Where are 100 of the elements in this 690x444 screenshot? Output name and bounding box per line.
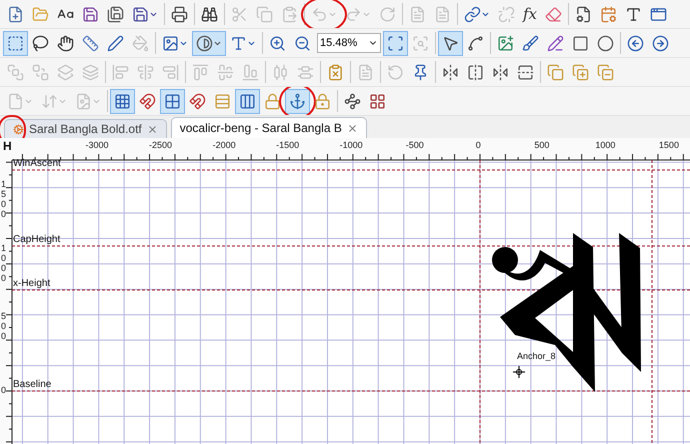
pen-icon [107, 34, 124, 52]
zoom-out-icon [294, 34, 311, 52]
zoom-field[interactable]: 15.48% [317, 33, 381, 53]
save-icon [132, 6, 149, 22]
align-right-icon [162, 64, 179, 80]
grid-magnet-icon [139, 92, 156, 110]
document-tab[interactable]: Saral Bangla Bold.otf [4, 119, 167, 138]
eraser-icon [545, 6, 562, 22]
anchor-icon [289, 92, 306, 110]
gear-icon [13, 124, 24, 134]
contrast-button[interactable] [192, 30, 226, 56]
ruler-label: 1000 [1, 244, 8, 284]
overlap-icon [547, 64, 564, 80]
pointer-button[interactable] [438, 30, 463, 56]
fit-button[interactable] [383, 30, 408, 56]
ruler-label: 500 [534, 140, 550, 150]
anchor-button[interactable] [285, 88, 310, 114]
ruler-label: -500 [406, 140, 424, 150]
ellipse-icon [597, 34, 614, 52]
columns-button[interactable] [235, 88, 260, 114]
ruler-corner: H [3, 139, 12, 153]
page-icon [75, 92, 92, 110]
pencil-icon [547, 34, 564, 52]
anchor-lock-icon [314, 92, 331, 110]
document-icon [434, 6, 451, 22]
send-back-icon [32, 64, 49, 80]
flip-icon [492, 64, 509, 80]
copy-icon [256, 6, 273, 22]
metric-label: WinAscent [13, 158, 61, 169]
zoom-in-icon [269, 34, 286, 52]
grid-box-icon [369, 92, 386, 110]
tab-label: vocalicr-beng - Saral Bangla B [180, 121, 342, 135]
flip-icon [517, 64, 534, 80]
ruler-label: -2000 [212, 140, 236, 150]
grid-icon [114, 92, 131, 110]
zoom-rect-icon [412, 34, 429, 52]
file-settings-icon [575, 6, 592, 22]
ruler-label: 1000 [595, 140, 616, 150]
paint-bucket-icon [132, 34, 149, 52]
function-button[interactable]: fx [519, 2, 542, 26]
ruler-label: -1500 [276, 140, 300, 150]
ruler-label: -3000 [85, 140, 109, 150]
align-top-icon [192, 64, 209, 80]
binoculars-icon [201, 6, 218, 22]
window-icon [650, 6, 668, 22]
rotate-icon [387, 64, 404, 80]
ruler-icon [82, 34, 99, 52]
lock-icon [264, 92, 281, 110]
ruler-label: 1500 [658, 140, 679, 150]
document-tab[interactable]: vocalicr-beng - Saral Bangla B [170, 117, 367, 138]
text-icon [625, 6, 642, 22]
line-magnet-icon [189, 92, 206, 110]
brush-icon [522, 34, 539, 52]
close-icon[interactable] [146, 124, 158, 134]
hand-icon [57, 34, 74, 52]
tab-label: Saral Bangla Bold.otf [29, 122, 142, 136]
save-icon [82, 6, 99, 22]
metric-label: CapHeight [13, 234, 60, 245]
selection-button[interactable] [3, 30, 28, 56]
grid-button[interactable] [160, 88, 185, 114]
flip-icon [442, 64, 459, 80]
save-all-icon [107, 6, 124, 22]
paste-icon [281, 6, 298, 22]
nodes-icon [344, 92, 361, 110]
columns-icon [239, 92, 256, 110]
selection-icon [7, 34, 24, 52]
document-icon [357, 64, 374, 80]
flip-icon [467, 64, 484, 80]
anchor-crosshair-icon[interactable] [512, 366, 526, 378]
grid-icon [164, 92, 181, 110]
overlap-icon [597, 64, 614, 80]
ruler-label: -1000 [340, 140, 363, 150]
add-image-icon [497, 34, 514, 52]
document-icon [409, 6, 426, 22]
align-center-icon [137, 64, 154, 80]
text-icon [230, 34, 247, 52]
layers-icon [82, 64, 99, 80]
folder-icon [32, 6, 49, 22]
anchor-label: Anchor_8 [517, 351, 556, 361]
close-icon[interactable] [346, 122, 358, 134]
file-plus-icon [7, 6, 24, 22]
distribute-icon [272, 64, 289, 80]
clipboard-warning-icon [327, 64, 344, 80]
ruler-label: 1500 [1, 180, 8, 220]
rectangle-icon [572, 34, 589, 52]
overlap-icon [572, 64, 589, 80]
lines-lock-icon [214, 92, 231, 110]
ruler-label: -2500 [149, 140, 172, 150]
align-left-icon [112, 64, 129, 80]
undo-icon [311, 6, 328, 22]
align-middle-icon [217, 64, 234, 80]
unlink-icon [498, 6, 515, 22]
ruler-label: 0 [476, 140, 481, 150]
glyph-outline-drawing[interactable] [492, 233, 641, 392]
lasso-icon [32, 34, 49, 52]
contrast-icon [196, 34, 213, 52]
printer-icon [171, 6, 188, 22]
grid-button[interactable] [110, 88, 135, 114]
metric-label: Baseline [13, 379, 52, 390]
node-tool-icon [467, 34, 484, 52]
